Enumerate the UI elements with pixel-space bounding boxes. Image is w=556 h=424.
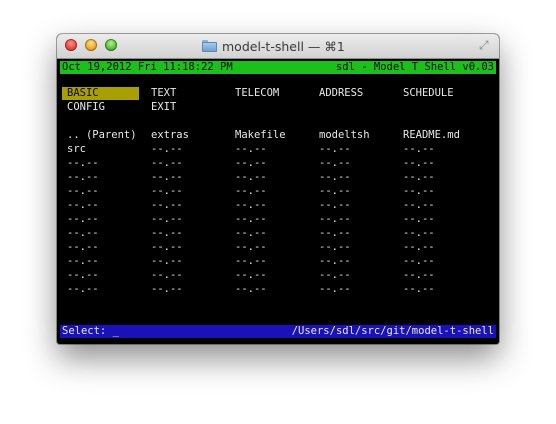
empty-file-slot: --.--	[403, 185, 435, 197]
empty-file-slot: --.--	[403, 171, 435, 183]
empty-file-slot: --.--	[67, 157, 99, 169]
folder-icon	[202, 40, 217, 52]
empty-file-slot: --.--	[151, 269, 183, 281]
terminal-screen[interactable]: Oct 19,2012 Fri 11:18:22 PM sdl - Model …	[57, 59, 499, 344]
empty-file-slot: --.--	[319, 185, 351, 197]
empty-file-slot: --.--	[403, 143, 435, 155]
empty-file-slot: --.--	[235, 269, 267, 281]
empty-file-slot: --.--	[319, 171, 351, 183]
empty-file-slot: --.--	[235, 199, 267, 211]
empty-file-slot: --.--	[67, 269, 99, 281]
empty-file-slot: --.--	[403, 227, 435, 239]
menu-item-schedule[interactable]: SCHEDULE	[403, 87, 454, 100]
file-item[interactable]: modeltsh	[319, 129, 370, 142]
empty-file-slot: --.--	[67, 227, 99, 239]
current-path: /Users/sdl/src/git/model-t-shell	[291, 325, 494, 337]
title-bar[interactable]: model-t-shell — ⌘1 ⤢	[57, 34, 499, 59]
empty-file-slot: --.--	[151, 157, 183, 169]
bottom-status-bar: Select: _ /Users/sdl/src/git/model-t-she…	[60, 325, 496, 338]
empty-file-slot: --.--	[151, 255, 183, 267]
empty-file-slot: --.--	[235, 185, 267, 197]
empty-file-slot: --.--	[151, 227, 183, 239]
empty-file-slot: --.--	[319, 199, 351, 211]
minimize-button[interactable]	[85, 39, 97, 51]
close-button[interactable]	[65, 39, 77, 51]
empty-file-slot: --.--	[67, 283, 99, 295]
empty-file-slot: --.--	[151, 171, 183, 183]
empty-file-slot: --.--	[235, 157, 267, 169]
empty-file-slot: --.--	[403, 269, 435, 281]
empty-file-slot: --.--	[151, 283, 183, 295]
menu-item-config[interactable]: CONFIG	[67, 101, 105, 114]
menu-item-text[interactable]: TEXT	[151, 87, 176, 100]
empty-file-slot: --.--	[67, 185, 99, 197]
zoom-button[interactable]	[105, 39, 117, 51]
terminal-window: model-t-shell — ⌘1 ⤢ Oct 19,2012 Fri 11:…	[57, 34, 499, 344]
empty-file-slot: --.--	[319, 227, 351, 239]
empty-file-slot: --.--	[67, 241, 99, 253]
file-item[interactable]: Makefile	[235, 129, 286, 142]
select-prompt[interactable]: Select: _	[62, 325, 119, 338]
datetime-text: Oct 19,2012 Fri 11:18:22 PM	[62, 61, 233, 73]
empty-file-slot: --.--	[235, 255, 267, 267]
empty-file-slot: --.--	[319, 157, 351, 169]
menu-item-exit[interactable]: EXIT	[151, 101, 176, 114]
empty-file-slot: --.--	[319, 143, 351, 155]
empty-file-slot: --.--	[235, 213, 267, 225]
empty-file-slot: --.--	[319, 241, 351, 253]
empty-file-slot: --.--	[403, 283, 435, 295]
file-item[interactable]: src	[67, 143, 86, 156]
empty-file-slot: --.--	[151, 213, 183, 225]
empty-file-slot: --.--	[67, 213, 99, 225]
empty-file-slot: --.--	[403, 157, 435, 169]
empty-file-slot: --.--	[235, 171, 267, 183]
window-title: model-t-shell — ⌘1	[202, 38, 345, 54]
empty-file-slot: --.--	[235, 241, 267, 253]
file-item[interactable]: .. (Parent)	[67, 129, 137, 142]
app-title-text: sdl - Model T Shell v0.03	[335, 61, 494, 73]
window-title-text: model-t-shell — ⌘1	[222, 38, 345, 54]
menu-item-address[interactable]: ADDRESS	[319, 87, 363, 100]
empty-file-slot: --.--	[151, 241, 183, 253]
empty-file-slot: --.--	[235, 283, 267, 295]
empty-file-slot: --.--	[151, 185, 183, 197]
empty-file-slot: --.--	[67, 199, 99, 211]
empty-file-slot: --.--	[67, 255, 99, 267]
empty-file-slot: --.--	[403, 241, 435, 253]
empty-file-slot: --.--	[403, 199, 435, 211]
empty-file-slot: --.--	[235, 227, 267, 239]
empty-file-slot: --.--	[319, 283, 351, 295]
empty-file-slot: --.--	[151, 199, 183, 211]
empty-file-slot: --.--	[403, 213, 435, 225]
empty-file-slot: --.--	[319, 269, 351, 281]
menu-item-basic[interactable]: BASIC	[62, 87, 139, 100]
file-item[interactable]: extras	[151, 129, 189, 142]
empty-file-slot: --.--	[151, 143, 183, 155]
empty-file-slot: --.--	[67, 171, 99, 183]
top-status-bar: Oct 19,2012 Fri 11:18:22 PM sdl - Model …	[60, 61, 496, 74]
empty-file-slot: --.--	[319, 213, 351, 225]
empty-file-slot: --.--	[403, 255, 435, 267]
empty-file-slot: --.--	[319, 255, 351, 267]
empty-file-slot: --.--	[235, 143, 267, 155]
menu-item-telecom[interactable]: TELECOM	[235, 87, 279, 100]
fullscreen-icon[interactable]: ⤢	[479, 39, 492, 52]
file-item[interactable]: README.md	[403, 129, 460, 142]
